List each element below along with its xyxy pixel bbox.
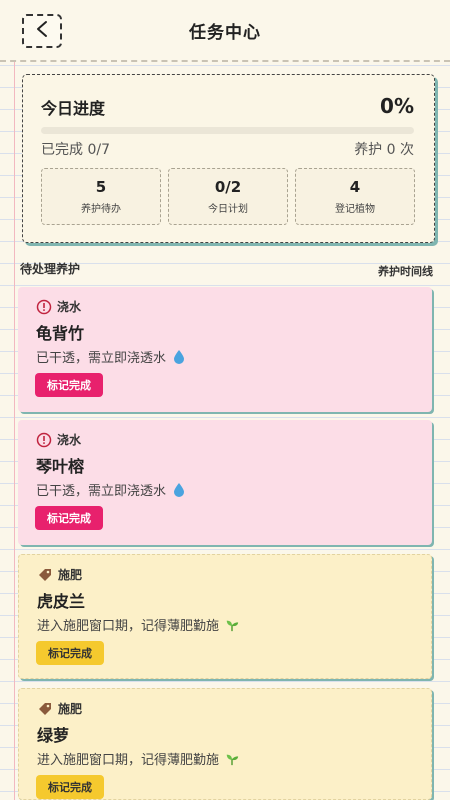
tag-icon — [37, 567, 53, 583]
task-type-label: 施肥 — [58, 568, 83, 582]
plant-name: 琴叶榕 — [36, 457, 85, 476]
water-drop-icon — [172, 482, 186, 498]
task-type: 施肥 — [37, 700, 82, 717]
tag-icon — [37, 701, 53, 717]
task-note-text: 进入施肥窗口期，记得薄肥勤施 — [37, 619, 220, 634]
stat-label: 今日计划 — [208, 204, 248, 215]
task-card: 浇水 龟背竹 已干透，需立即浇透水 标记完成 — [18, 287, 432, 412]
stat-today-plan[interactable]: 0/2 今日计划 — [168, 168, 288, 225]
task-type: 浇水 — [36, 431, 81, 448]
notebook-margin-line — [14, 60, 15, 800]
task-type-label: 浇水 — [57, 433, 82, 447]
water-drop-icon — [172, 349, 186, 365]
mark-complete-button[interactable]: 标记完成 — [35, 373, 103, 397]
section-title: 待处理养护 — [20, 262, 81, 276]
task-note: 已干透，需立即浇透水 — [36, 347, 186, 366]
seedling-icon — [225, 751, 239, 767]
task-note: 进入施肥窗口期，记得薄肥勤施 — [37, 615, 239, 634]
progress-bar — [41, 127, 414, 134]
alert-icon — [36, 299, 52, 315]
task-type: 浇水 — [36, 298, 81, 315]
mark-complete-button[interactable]: 标记完成 — [36, 641, 104, 665]
stat-value: 5 — [95, 178, 107, 196]
task-card: 施肥 虎皮兰 进入施肥窗口期，记得薄肥勤施 标记完成 — [18, 554, 432, 679]
task-type-label: 施肥 — [58, 702, 83, 716]
completed-count: 已完成 0/7 — [41, 142, 110, 158]
task-note: 已干透，需立即浇透水 — [36, 480, 186, 499]
task-type: 施肥 — [37, 566, 82, 583]
plant-name: 虎皮兰 — [37, 592, 86, 611]
stat-value: 4 — [349, 178, 361, 196]
mark-complete-button[interactable]: 标记完成 — [35, 506, 103, 530]
progress-percent: 0% — [380, 94, 414, 118]
mark-complete-button[interactable]: 标记完成 — [36, 775, 104, 799]
task-note-text: 进入施肥窗口期，记得薄肥勤施 — [37, 753, 220, 768]
stat-registered-plants[interactable]: 4 登记植物 — [295, 168, 415, 225]
plant-name: 绿萝 — [37, 726, 70, 745]
stat-value: 0/2 — [214, 178, 242, 196]
progress-title: 今日进度 — [41, 99, 106, 118]
today-progress-card: 今日进度 0% 已完成 0/7 养护 0 次 5 养护待办 0/2 今日计划 4… — [22, 74, 435, 243]
app-header: 任务中心 — [0, 0, 450, 62]
task-card: 施肥 绿萝 进入施肥窗口期，记得薄肥勤施 标记完成 — [18, 688, 432, 800]
task-note-text: 已干透，需立即浇透水 — [36, 351, 167, 366]
task-note-text: 已干透，需立即浇透水 — [36, 484, 167, 499]
page-title: 任务中心 — [189, 23, 261, 43]
alert-icon — [36, 432, 52, 448]
seedling-icon — [225, 617, 239, 633]
task-type-label: 浇水 — [57, 300, 82, 314]
stat-care-todo[interactable]: 5 养护待办 — [41, 168, 161, 225]
care-count: 养护 0 次 — [354, 142, 414, 158]
stat-label: 登记植物 — [335, 204, 375, 215]
plant-name: 龟背竹 — [36, 324, 85, 343]
task-note: 进入施肥窗口期，记得薄肥勤施 — [37, 749, 239, 768]
care-timeline-link[interactable]: 养护时间线 — [378, 263, 433, 279]
stat-label: 养护待办 — [81, 204, 121, 215]
task-card: 浇水 琴叶榕 已干透，需立即浇透水 标记完成 — [18, 420, 432, 545]
